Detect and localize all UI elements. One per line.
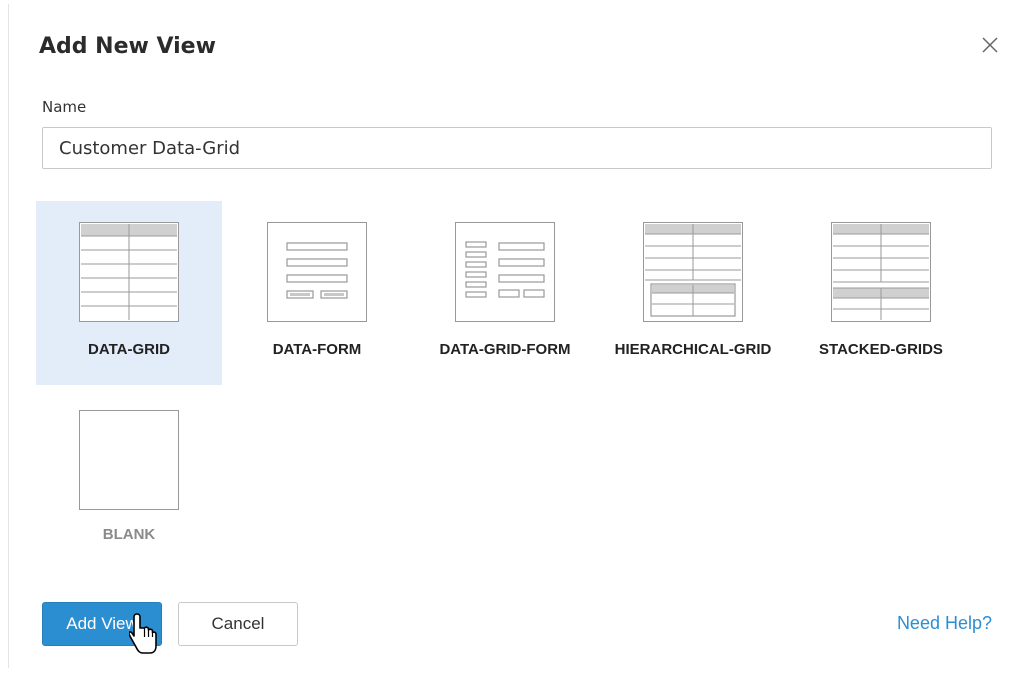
data-form-icon: [267, 222, 367, 322]
view-type-label: DATA-GRID: [88, 341, 170, 358]
add-view-button[interactable]: Add View: [42, 602, 162, 646]
close-button[interactable]: [979, 34, 1001, 56]
data-grid-icon: [79, 222, 179, 322]
blank-icon: [79, 410, 179, 510]
view-type-label: BLANK: [102, 526, 156, 543]
view-type-hierarchical-grid[interactable]: HIERARCHICAL-GRID: [600, 201, 786, 385]
view-type-label: DATA-GRID-FORM: [439, 341, 571, 358]
view-type-label: HIERARCHICAL-GRID: [614, 341, 772, 358]
close-icon: [982, 37, 998, 53]
view-type-blank[interactable]: BLANK: [36, 404, 222, 564]
name-input[interactable]: [42, 127, 992, 169]
view-type-data-grid-form[interactable]: DATA-GRID-FORM: [412, 201, 598, 385]
dialog-title: Add New View: [39, 34, 216, 59]
hierarchical-grid-icon: [643, 222, 743, 322]
view-type-label: DATA-FORM: [272, 341, 362, 358]
data-grid-form-icon: [455, 222, 555, 322]
view-type-data-form[interactable]: DATA-FORM: [224, 201, 410, 385]
name-label: Name: [42, 98, 87, 116]
stacked-grids-icon: [831, 222, 931, 322]
view-type-stacked-grids[interactable]: STACKED-GRIDS: [788, 201, 974, 385]
need-help-link[interactable]: Need Help?: [897, 613, 992, 634]
view-type-data-grid[interactable]: DATA-GRID: [36, 201, 222, 385]
add-view-dialog: Add New View Name DATA-GRID: [8, 4, 1004, 668]
cancel-button[interactable]: Cancel: [178, 602, 298, 646]
view-type-label: STACKED-GRIDS: [819, 341, 943, 358]
